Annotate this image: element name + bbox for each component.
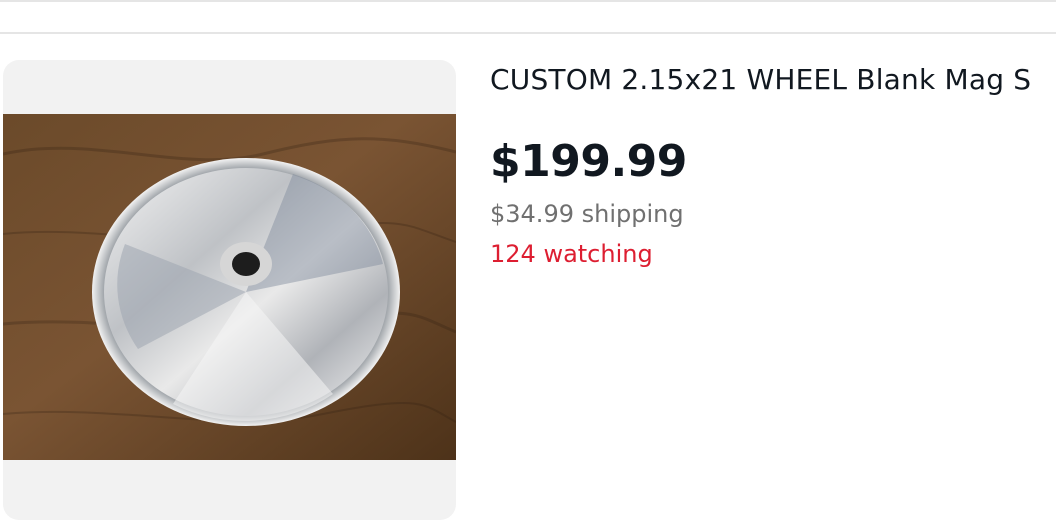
product-image[interactable] [3, 114, 456, 460]
shipping-cost: $34.99 shipping [490, 200, 684, 228]
listing-title[interactable]: CUSTOM 2.15x21 WHEEL Blank Mag S [490, 60, 1031, 100]
top-bar [0, 0, 1056, 34]
watching-count: 124 watching [490, 240, 653, 268]
wheel-blank [92, 158, 400, 426]
product-image-frame[interactable] [3, 60, 456, 520]
listing-price: $199.99 [490, 136, 687, 187]
listing-card[interactable]: CUSTOM 2.15x21 WHEEL Blank Mag S $199.99… [0, 36, 1056, 520]
